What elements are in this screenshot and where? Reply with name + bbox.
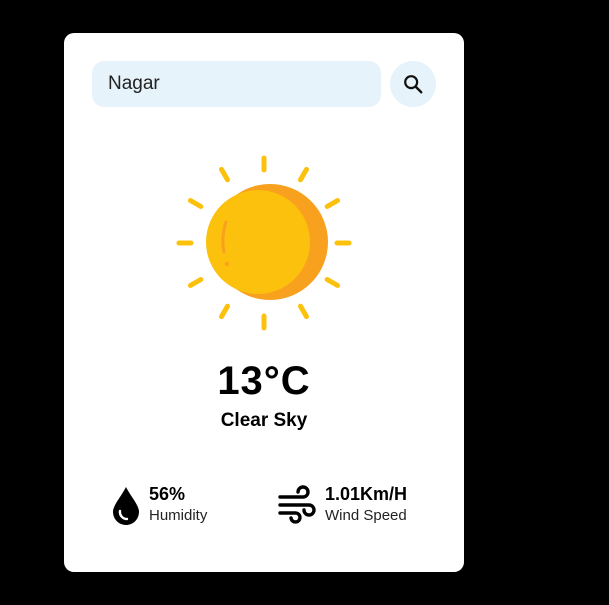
water-drop-icon	[113, 487, 139, 525]
temperature-value: 13°C	[217, 359, 311, 403]
search-bar	[92, 61, 436, 107]
city-search-input[interactable]	[92, 61, 381, 107]
wind-icon	[278, 485, 316, 524]
wind-speed-value: 1.01Km/H	[325, 484, 408, 504]
search-button[interactable]	[390, 61, 436, 107]
humidity-stat: 56% Humidity	[109, 483, 239, 527]
weather-description: Clear Sky	[220, 410, 308, 431]
wind-stat: 1.01Km/H Wind Speed	[277, 483, 447, 527]
humidity-value: 56%	[149, 484, 186, 504]
weather-card: 13°C Clear Sky 56% Humidity 1.01Km/H Win…	[64, 33, 464, 572]
sun-icon	[176, 155, 352, 331]
humidity-label: Humidity	[149, 507, 208, 524]
wind-speed-label: Wind Speed	[325, 507, 407, 524]
search-icon	[404, 75, 423, 94]
